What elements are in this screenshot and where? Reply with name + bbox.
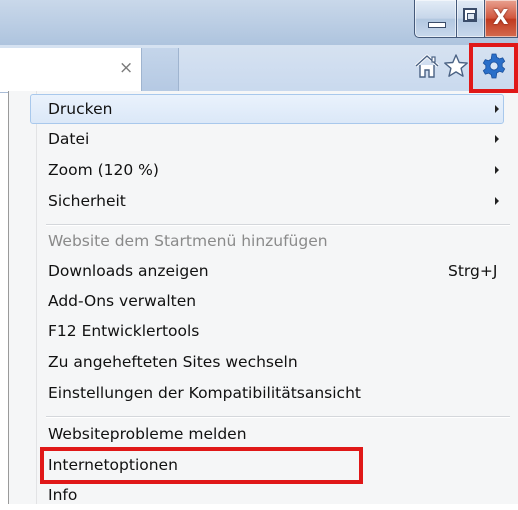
menu-item-view-downloads[interactable]: Downloads anzeigen Strg+J [30,256,504,286]
menu-item-label: Info [48,486,78,504]
menu-item-pinned-sites[interactable]: Zu angehefteten Sites wechseln [30,347,504,377]
menu-item-label: Datei [48,130,90,148]
menu-item-about[interactable]: Info [30,480,504,510]
minimize-button[interactable] [414,0,457,38]
menu-item-security[interactable]: Sicherheit [30,186,504,216]
menu-separator [46,224,510,226]
menu-item-label: Add-Ons verwalten [48,292,197,310]
tools-gear-icon[interactable] [480,52,508,80]
submenu-arrow-icon [495,197,499,205]
submenu-arrow-icon [495,135,499,143]
menu-item-label: Drucken [48,100,113,118]
menu-item-label: Downloads anzeigen [48,262,209,280]
menu-item-label: Einstellungen der Kompatibilitätsansicht [48,384,361,402]
browser-tab[interactable]: × [0,48,142,92]
menu-item-file[interactable]: Datei [30,124,504,154]
menu-item-label: Sicherheit [48,192,126,210]
menu-separator [46,416,510,418]
menu-item-label: Websiteprobleme melden [48,425,247,443]
close-window-button[interactable]: X [484,0,518,38]
minimize-icon [428,22,446,28]
menu-item-compatibility-view[interactable]: Einstellungen der Kompatibilitätsansicht [30,378,504,408]
menu-item-manage-addons[interactable]: Add-Ons verwalten [30,286,504,316]
maximize-button[interactable] [456,0,485,38]
new-tab-button[interactable] [142,48,179,92]
menu-item-label: F12 Entwicklertools [48,322,200,340]
menu-item-add-to-start-menu: Website dem Startmenü hinzufügen [30,226,504,256]
submenu-arrow-icon [495,105,499,113]
menu-item-label: Zoom (120 %) [48,161,159,179]
favorites-star-icon[interactable] [442,52,470,80]
menu-item-internet-options[interactable]: Internetoptionen [30,450,504,480]
menu-item-f12-devtools[interactable]: F12 Entwicklertools [30,316,504,346]
home-icon[interactable] [413,52,441,80]
menu-item-zoom[interactable]: Zoom (120 %) [30,155,504,185]
title-bar: X [0,0,518,45]
menu-item-label: Website dem Startmenü hinzufügen [48,232,328,250]
menu-item-label: Internetoptionen [48,456,178,474]
restore-icon [463,8,477,22]
submenu-arrow-icon [495,166,499,174]
menu-item-print[interactable]: Drucken [30,94,504,124]
menu-item-report-problems[interactable]: Websiteprobleme melden [30,419,504,449]
menu-item-shortcut: Strg+J [448,262,498,280]
close-icon: X [493,5,509,29]
tab-close-icon[interactable]: × [119,58,133,78]
menu-item-label: Zu angehefteten Sites wechseln [48,353,298,371]
